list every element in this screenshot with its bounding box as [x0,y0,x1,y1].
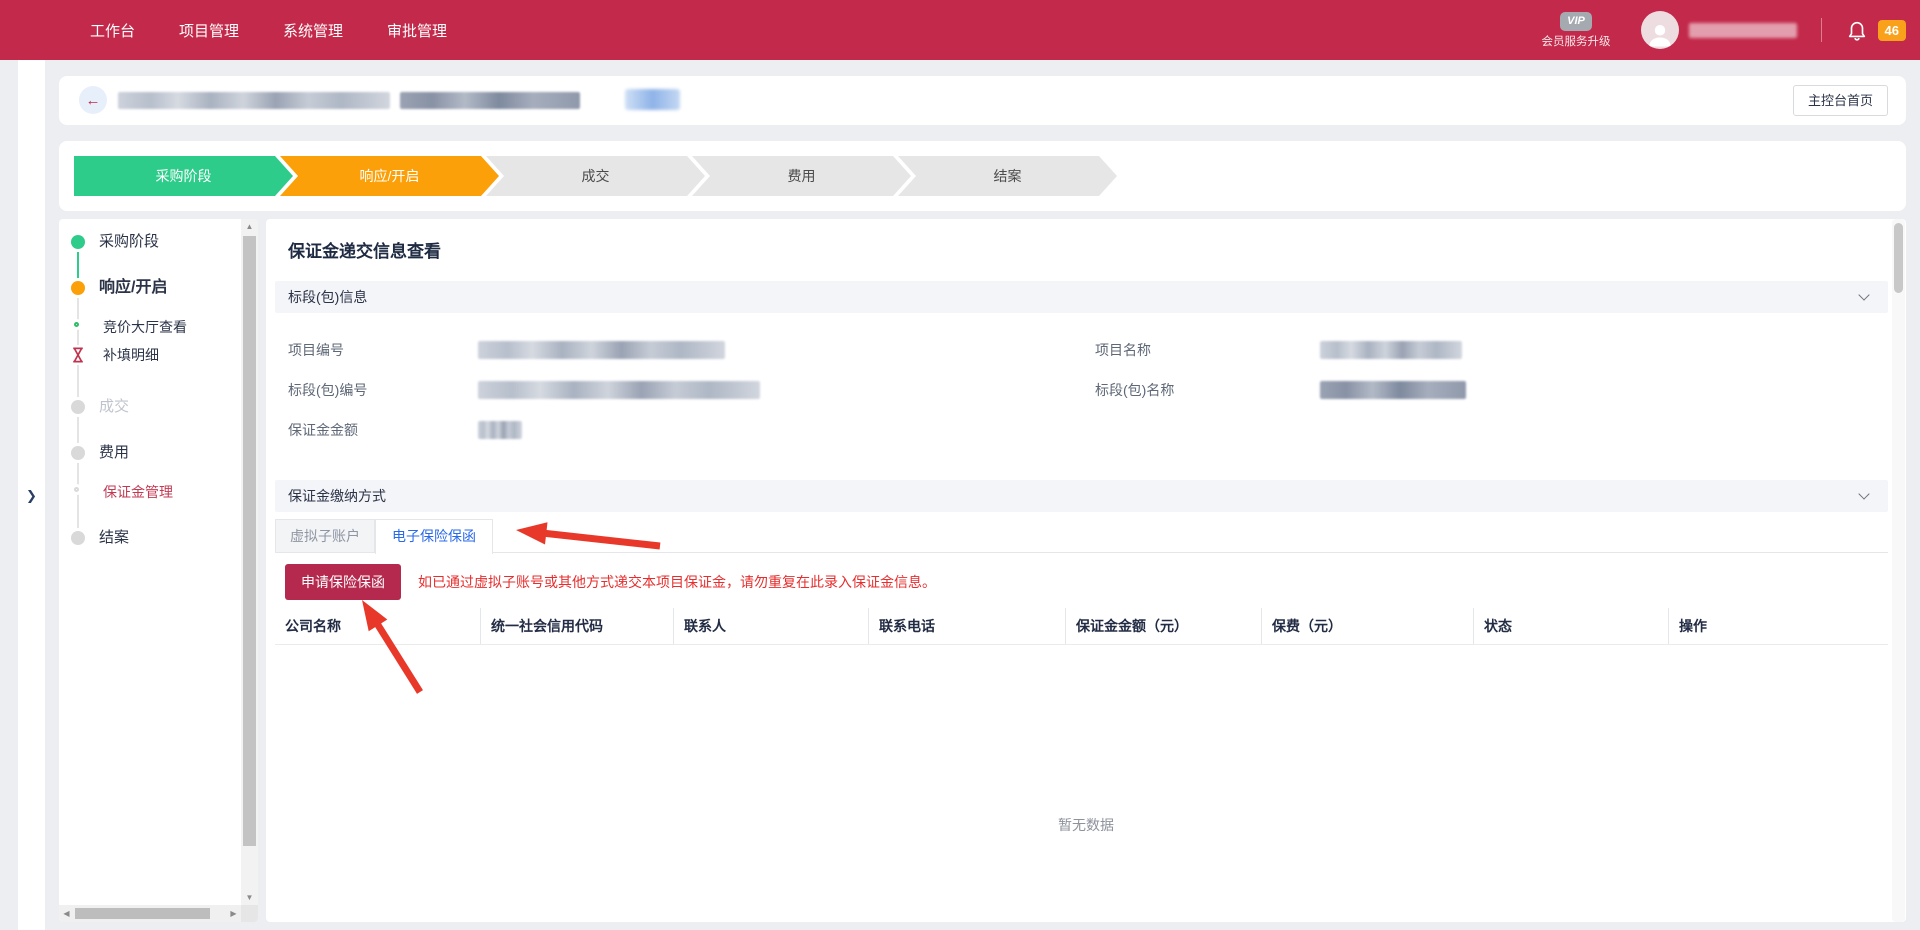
tab-virtual-sub-account[interactable]: 虚拟子账户 [275,519,375,553]
notification-badge[interactable]: 46 [1878,20,1906,41]
column-credit-code: 统一社会信用代码 [480,608,673,644]
section-title: 标段(包)信息 [288,289,367,305]
main-content: 保证金递交信息查看 标段(包)信息 项目编号 项目名称 标段(包)编号 标段(包… [266,219,1906,922]
step-deal[interactable]: 成交 [486,156,705,196]
bell-icon[interactable] [1846,18,1868,42]
sidebar-item-supplement-details[interactable]: 补填明细 [103,345,159,365]
back-button[interactable]: ← [79,86,107,114]
username-redacted [1689,23,1797,38]
field-value-redacted [478,381,760,399]
sidebar-item-procurement-stage[interactable]: 采购阶段 [99,232,159,252]
field-label-package-no: 标段(包)编号 [288,380,367,400]
page-title: 保证金递交信息查看 [288,237,441,262]
user-avatar[interactable] [1641,11,1679,49]
scroll-up-icon[interactable]: ▲ [241,219,258,234]
nav-item-workbench[interactable]: 工作台 [90,20,135,41]
nav-item-system-management[interactable]: 系统管理 [283,20,343,41]
vip-upgrade-label: 会员服务升级 [1542,33,1611,49]
scrollbar-thumb[interactable] [1894,223,1903,293]
sidebar-item-bidding-hall-view[interactable]: 竞价大厅查看 [103,317,187,337]
section-payment-method: 保证金缴纳方式 [275,480,1888,512]
section-title: 保证金缴纳方式 [288,488,386,504]
chevron-down-icon[interactable] [1858,289,1869,300]
person-icon [1645,19,1675,49]
field-label-project-name: 项目名称 [1095,340,1151,360]
vip-icon: VIP [1560,12,1592,31]
field-value-redacted [478,341,725,359]
field-label-package-name: 标段(包)名称 [1095,380,1174,400]
timeline-marker-done [71,235,85,249]
scroll-right-icon[interactable]: ▶ [226,905,241,922]
nav-item-approval-management[interactable]: 审批管理 [387,20,447,41]
expand-panel-icon[interactable]: ❯ [26,488,37,504]
empty-state-text: 暂无数据 [266,815,1906,835]
payment-tabs: 虚拟子账户 电子保险保函 [275,518,1888,553]
timeline-marker-ring-green [74,322,79,327]
hourglass-icon [71,347,85,363]
timeline-marker-pending [71,446,85,460]
field-label-project-no: 项目编号 [288,340,344,360]
project-subtitle-redacted [400,92,580,109]
sidebar-vertical-scrollbar[interactable]: ▲ ▼ [241,219,258,905]
sidebar-item-fee[interactable]: 费用 [99,443,129,463]
main-menu: 工作台 项目管理 系统管理 审批管理 [90,20,447,41]
console-home-button[interactable]: 主控台首页 [1793,85,1888,116]
sidebar-item-closing[interactable]: 结案 [99,528,129,548]
column-contact-phone: 联系电话 [868,608,1065,644]
step-procurement-stage[interactable]: 采购阶段 [74,156,293,196]
field-label-deposit-amount: 保证金金额 [288,420,358,440]
breadcrumb-bar: ← 主控台首页 [59,76,1906,125]
stage-sidebar: 采购阶段 响应/开启 竞价大厅查看 补填明细 成交 费用 保证金管理 结案 ▲ … [59,219,258,922]
column-deposit-amount: 保证金金额（元） [1065,608,1261,644]
apply-insurance-guarantee-button[interactable]: 申请保险保函 [285,564,401,600]
sidebar-horizontal-scrollbar[interactable]: ◀ ▶ [59,905,241,922]
column-contact-person: 联系人 [673,608,868,644]
timeline-marker-pending [71,400,85,414]
scrollbar-thumb[interactable] [75,908,210,919]
timeline-marker-ring-gray [74,487,79,492]
divider [1821,18,1822,42]
step-response-open[interactable]: 响应/开启 [280,156,499,196]
field-value-redacted [1320,341,1462,359]
nav-item-project-management[interactable]: 项目管理 [179,20,239,41]
status-tag-redacted [625,89,680,110]
timeline-marker-current [71,281,85,295]
scrollbar-corner [241,905,258,922]
column-company-name: 公司名称 [275,608,480,644]
field-value-redacted [478,421,522,439]
sidebar-item-deal[interactable]: 成交 [99,397,129,417]
scroll-down-icon[interactable]: ▼ [241,890,258,905]
column-status: 状态 [1473,608,1668,644]
tab-electronic-insurance-guarantee[interactable]: 电子保险保函 [375,519,493,554]
section-package-info: 标段(包)信息 [275,281,1888,313]
vip-upgrade[interactable]: VIP 会员服务升级 [1542,12,1611,49]
step-closing[interactable]: 结案 [898,156,1117,196]
chevron-down-icon[interactable] [1858,488,1869,499]
collapsed-side-panel: ❯ [18,60,45,930]
field-value-redacted [1320,381,1466,399]
column-actions: 操作 [1668,608,1888,644]
project-title-redacted [118,92,390,109]
sidebar-item-response-open[interactable]: 响应/开启 [99,278,167,298]
process-steps-bar: 采购阶段 响应/开启 成交 费用 结案 [59,141,1906,211]
duplicate-deposit-warning: 如已通过虚拟子账号或其他方式递交本项目保证金，请勿重复在此录入保证金信息。 [418,564,936,600]
column-premium: 保费（元） [1261,608,1473,644]
top-navbar: 工作台 项目管理 系统管理 审批管理 VIP 会员服务升级 46 [0,0,1920,60]
scrollbar-thumb[interactable] [243,236,256,846]
sidebar-item-deposit-management[interactable]: 保证金管理 [103,482,173,502]
content-vertical-scrollbar[interactable] [1892,219,1905,922]
timeline-line-done [77,246,79,284]
scroll-left-icon[interactable]: ◀ [59,905,74,922]
step-fee[interactable]: 费用 [692,156,911,196]
timeline-marker-pending [71,531,85,545]
table-header: 公司名称 统一社会信用代码 联系人 联系电话 保证金金额（元） 保费（元） 状态… [275,608,1888,645]
